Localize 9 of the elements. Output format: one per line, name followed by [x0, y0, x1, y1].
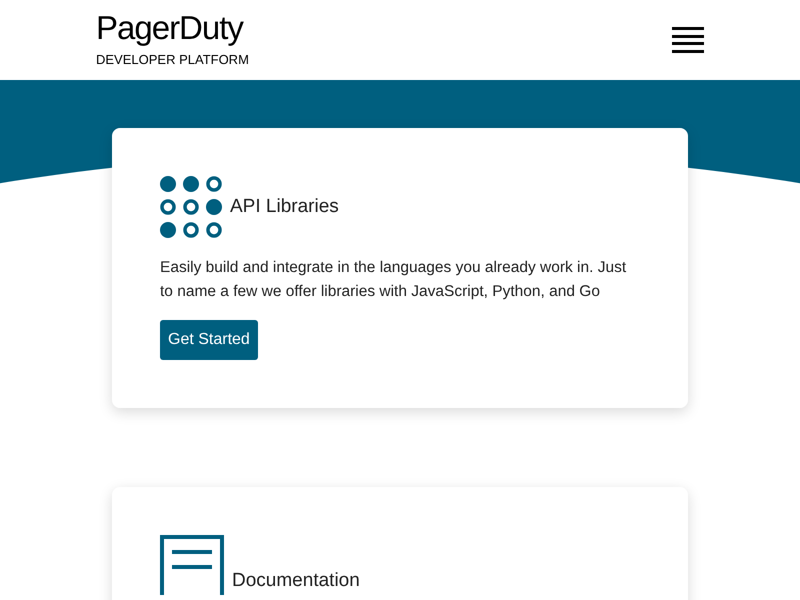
get-started-button[interactable]: Get Started — [160, 320, 258, 360]
logo-subtitle: DEVELOPER PLATFORM — [96, 51, 249, 70]
logo[interactable]: PagerDuty — [96, 10, 249, 46]
document-icon — [160, 535, 224, 595]
card-title: API Libraries — [230, 194, 339, 219]
card-description: Easily build and integrate in the languages you already work in. Just to name a few we offer libraries with JavaScript, Python, and Go — [160, 258, 628, 302]
dot-grid-icon — [160, 176, 222, 238]
menu-icon[interactable] — [672, 27, 704, 53]
card-title: Documentation — [232, 568, 360, 592]
